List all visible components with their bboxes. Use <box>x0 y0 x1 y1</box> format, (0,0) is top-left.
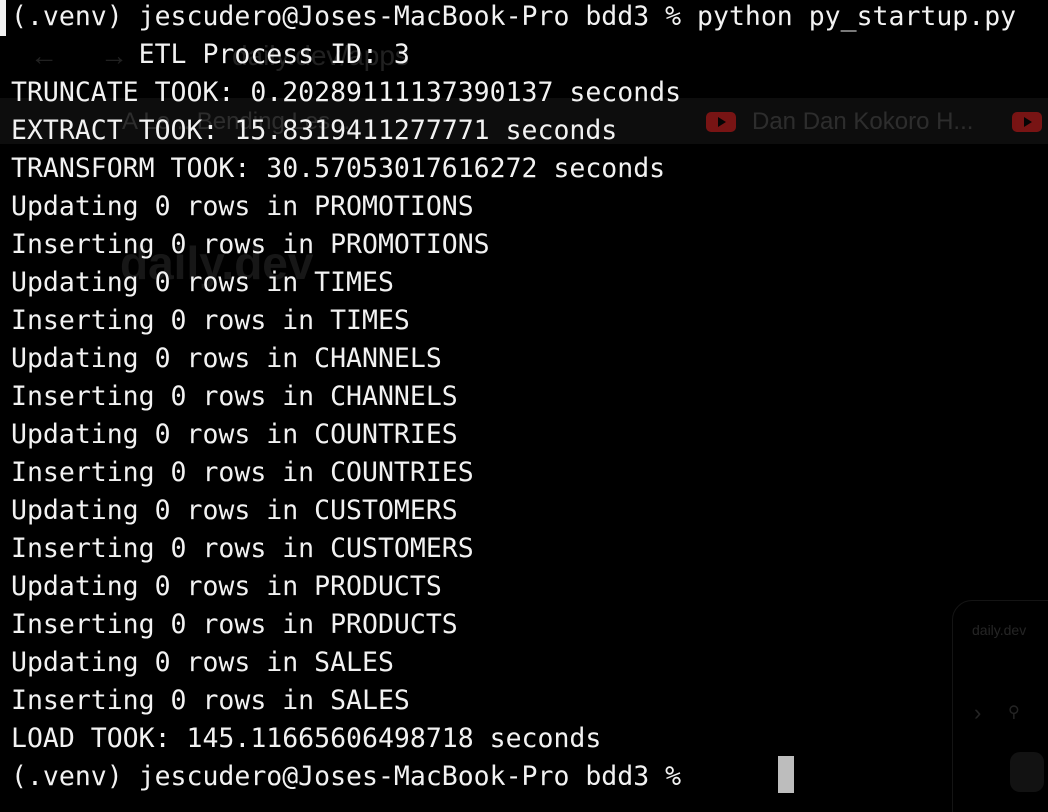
output-line: Inserting 0 rows in TIMES <box>11 305 410 336</box>
output-line: LOAD TOOK: 145.11665606498718 seconds <box>11 723 602 754</box>
output-line: Updating 0 rows in CUSTOMERS <box>11 495 458 526</box>
output-line: TRANSFORM TOOK: 30.57053017616272 second… <box>11 153 666 184</box>
youtube-icon <box>1012 112 1042 132</box>
terminal-window[interactable]: ← → daily.dev/apps A Le... Bending Les..… <box>0 0 1048 812</box>
prompt-line[interactable]: (.venv) jescudero@Joses-MacBook-Pro bdd3… <box>0 758 1016 796</box>
output-line: TRUNCATE TOOK: 0.20289111137390137 secon… <box>11 77 682 108</box>
output-line: ETL Process ID: 3 <box>11 39 410 70</box>
output-line: Updating 0 rows in PROMOTIONS <box>11 191 474 222</box>
text-cursor <box>778 756 794 793</box>
output-line: Inserting 0 rows in PROMOTIONS <box>11 229 490 260</box>
output-line: Inserting 0 rows in CUSTOMERS <box>11 533 474 564</box>
output-line: Updating 0 rows in COUNTRIES <box>11 419 458 450</box>
output-line: Inserting 0 rows in PRODUCTS <box>11 609 458 640</box>
prompt-command-line: (.venv) jescudero@Joses-MacBook-Pro bdd3… <box>11 1 1017 32</box>
output-line: Inserting 0 rows in SALES <box>11 685 410 716</box>
terminal-output: (.venv) jescudero@Joses-MacBook-Pro bdd3… <box>0 0 1016 796</box>
output-line: Inserting 0 rows in COUNTRIES <box>11 457 474 488</box>
output-line: Updating 0 rows in SALES <box>11 647 394 678</box>
output-line: Updating 0 rows in TIMES <box>11 267 394 298</box>
output-line: EXTRACT TOOK: 15.8319411277771 seconds <box>11 115 618 146</box>
output-line: Inserting 0 rows in CHANNELS <box>11 381 458 412</box>
output-line: Updating 0 rows in PRODUCTS <box>11 571 442 602</box>
output-line: Updating 0 rows in CHANNELS <box>11 343 442 374</box>
